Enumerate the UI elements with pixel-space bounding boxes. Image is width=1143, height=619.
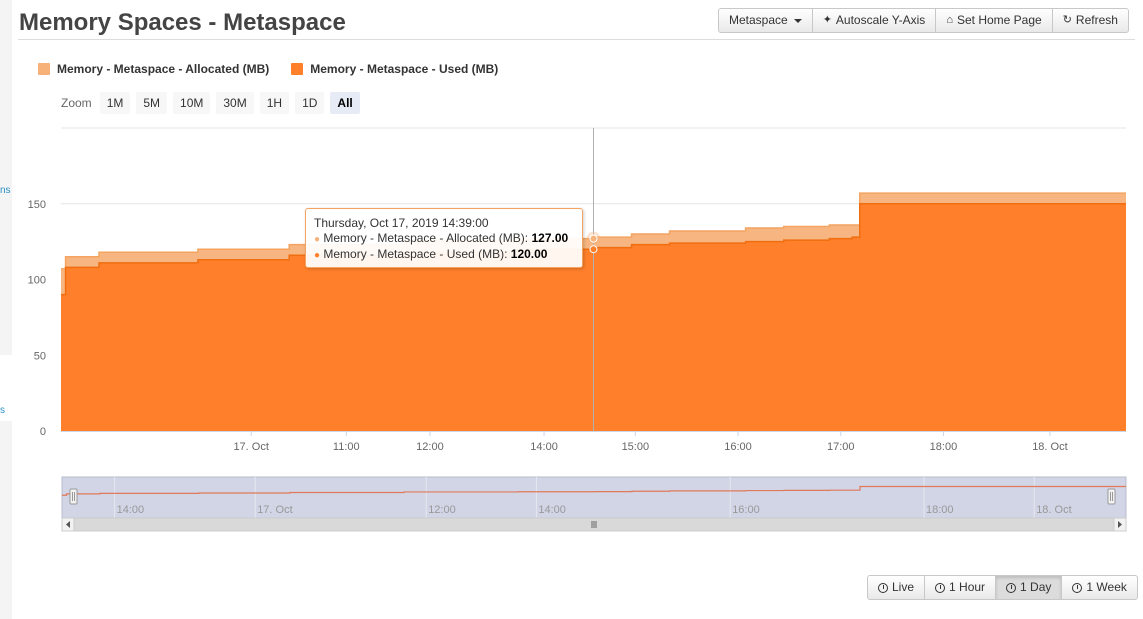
navigator-tick-label: 18. Oct — [1036, 504, 1071, 516]
x-tick-label: 18. Oct — [1032, 441, 1067, 453]
navigator-selection — [61, 476, 1127, 519]
tooltip-header: Thursday, Oct 17, 2019 14:39:00 — [314, 216, 489, 230]
navigator-tick-label: 14:00 — [538, 504, 566, 516]
range-label: 1 Week — [1086, 580, 1127, 594]
metaspace-chart[interactable]: 0 50 100 150 17. Oct 11:00 12:00 14:00 15:00 16:0… — [0, 0, 1143, 619]
range-1-week-button[interactable]: 1 Week — [1061, 575, 1138, 600]
tooltip-row-used: ● Memory - Metaspace - Used (MB): 120.00 — [314, 247, 574, 263]
navigator-tick-label: 17. Oct — [257, 504, 292, 516]
used-dot-icon: ● — [314, 250, 321, 261]
range-live-button[interactable]: Live — [867, 575, 926, 600]
range-1-day-button[interactable]: 1 Day — [995, 575, 1063, 600]
navigator-tick-label: 18:00 — [926, 504, 954, 516]
x-tick-label: 14:00 — [530, 441, 558, 453]
navigator-left-handle — [69, 488, 78, 505]
y-tick-label: 50 — [34, 350, 46, 362]
clock-icon — [878, 582, 888, 593]
x-tick-label: 16:00 — [724, 441, 752, 453]
x-tick-label: 12:00 — [416, 441, 444, 453]
navigator-tick-label: 16:00 — [732, 504, 760, 516]
allocated-dot-icon: ● — [314, 234, 321, 245]
tooltip-row-allocated: ● Memory - Metaspace - Allocated (MB): 1… — [314, 231, 574, 247]
range-label: 1 Hour — [949, 580, 986, 594]
tooltip-used-label: Memory - Metaspace - Used (MB): — [323, 247, 508, 261]
hover-marker-used — [589, 245, 598, 254]
x-tick-label: 11:00 — [333, 441, 360, 453]
clock-icon — [935, 582, 946, 593]
hover-marker-allocated — [589, 234, 598, 243]
x-tick-label: 18:00 — [930, 441, 958, 453]
navigator-tick-label: 14:00 — [117, 504, 145, 516]
x-tick-label: 15:00 — [622, 441, 650, 453]
y-tick-label: 100 — [28, 275, 46, 287]
navigator-right-handle — [1107, 488, 1116, 505]
range-label: 1 Day — [1020, 580, 1052, 594]
range-label: Live — [892, 580, 915, 594]
time-range-buttons: Live 1 Hour 1 Day 1 Week — [867, 575, 1138, 600]
tooltip-allocated-label: Memory - Metaspace - Allocated (MB): — [323, 231, 529, 245]
navigator-tick-label: 12:00 — [428, 504, 456, 516]
tooltip-used-value: 120.00 — [510, 247, 548, 261]
tooltip-allocated-value: 127.00 — [531, 231, 569, 245]
chart-tooltip: Thursday, Oct 17, 2019 14:39:00 ● Memory… — [305, 208, 583, 268]
clock-icon — [1072, 582, 1083, 593]
clock-icon — [1006, 582, 1017, 593]
y-tick-label: 150 — [28, 199, 46, 211]
x-tick-label: 17. Oct — [233, 441, 268, 453]
y-tick-label: 0 — [40, 426, 46, 438]
range-1-hour-button[interactable]: 1 Hour — [924, 575, 997, 600]
x-tick-label: 17:00 — [827, 441, 855, 453]
